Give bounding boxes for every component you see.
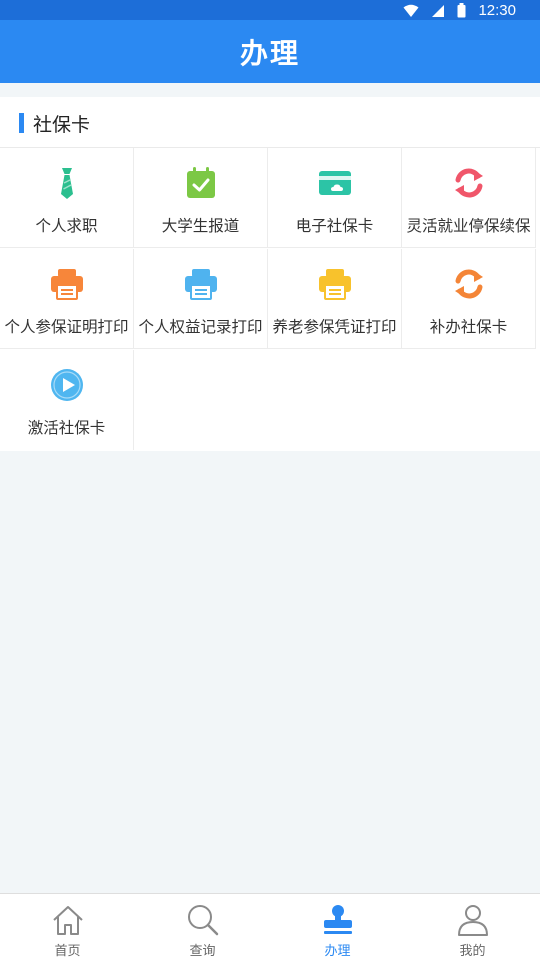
home-icon <box>52 906 83 935</box>
search-icon <box>187 905 218 936</box>
service-label: 个人求职 <box>35 217 98 235</box>
service-label: 激活社保卡 <box>27 419 106 437</box>
service-item-graduate-report[interactable]: 大学生报道 <box>134 148 268 248</box>
service-label: 灵活就业停保续保 <box>406 217 531 235</box>
signal-icon <box>432 4 445 17</box>
refresh-icon <box>454 168 483 198</box>
service-item-flexible-employment[interactable]: 灵活就业停保续保 <box>402 148 536 248</box>
play-icon <box>50 369 83 401</box>
status-bar: 12:30 <box>0 0 540 20</box>
battery-icon <box>457 3 466 18</box>
calendar-check-icon <box>186 167 215 198</box>
service-item-rights-record-print[interactable]: 个人权益记录打印 <box>134 249 268 349</box>
service-item-pension-voucher-print[interactable]: 养老参保凭证打印 <box>268 249 402 349</box>
section-title: 社保卡 <box>33 114 91 136</box>
service-grid: 个人求职 大学生报道 电子社保卡 灵活就业停保续保 个人参保证明打印 个人权益记… <box>0 148 540 451</box>
tab-mine[interactable]: 我的 <box>405 894 540 960</box>
tab-label: 办理 <box>324 944 351 959</box>
service-label: 补办社保卡 <box>429 318 508 336</box>
tab-label: 首页 <box>54 944 81 959</box>
tab-label: 查询 <box>189 944 216 959</box>
service-label: 个人权益记录打印 <box>138 318 263 336</box>
tab-home[interactable]: 首页 <box>0 894 135 960</box>
service-item-reissue-card[interactable]: 补办社保卡 <box>402 249 536 349</box>
tab-handle[interactable]: 办理 <box>270 894 405 960</box>
service-label: 个人参保证明打印 <box>4 318 129 336</box>
card-icon <box>318 171 351 195</box>
service-label: 养老参保凭证打印 <box>272 318 397 336</box>
service-item-e-card[interactable]: 电子社保卡 <box>268 148 402 248</box>
service-item-insurance-proof-print[interactable]: 个人参保证明打印 <box>0 249 134 349</box>
tab-query[interactable]: 查询 <box>135 894 270 960</box>
user-icon <box>457 905 488 936</box>
printer-icon <box>184 269 217 300</box>
section-header: 社保卡 <box>0 97 540 148</box>
tab-label: 我的 <box>459 944 486 959</box>
wifi-icon <box>403 4 419 17</box>
service-label: 电子社保卡 <box>295 217 374 235</box>
refresh-icon <box>454 269 483 299</box>
service-item-activate-card[interactable]: 激活社保卡 <box>0 350 134 450</box>
stamp-icon <box>323 905 352 934</box>
status-time: 12:30 <box>478 2 516 19</box>
bottom-tab-bar: 首页 查询 办理 我的 <box>0 893 540 960</box>
service-label: 大学生报道 <box>161 217 240 235</box>
printer-icon <box>50 269 83 300</box>
service-item-job-search[interactable]: 个人求职 <box>0 148 134 248</box>
tie-icon <box>60 168 73 199</box>
app-bar: 办理 <box>0 20 540 83</box>
page-title: 办理 <box>239 36 300 70</box>
section-accent-bar <box>19 113 24 133</box>
printer-icon <box>318 269 351 300</box>
